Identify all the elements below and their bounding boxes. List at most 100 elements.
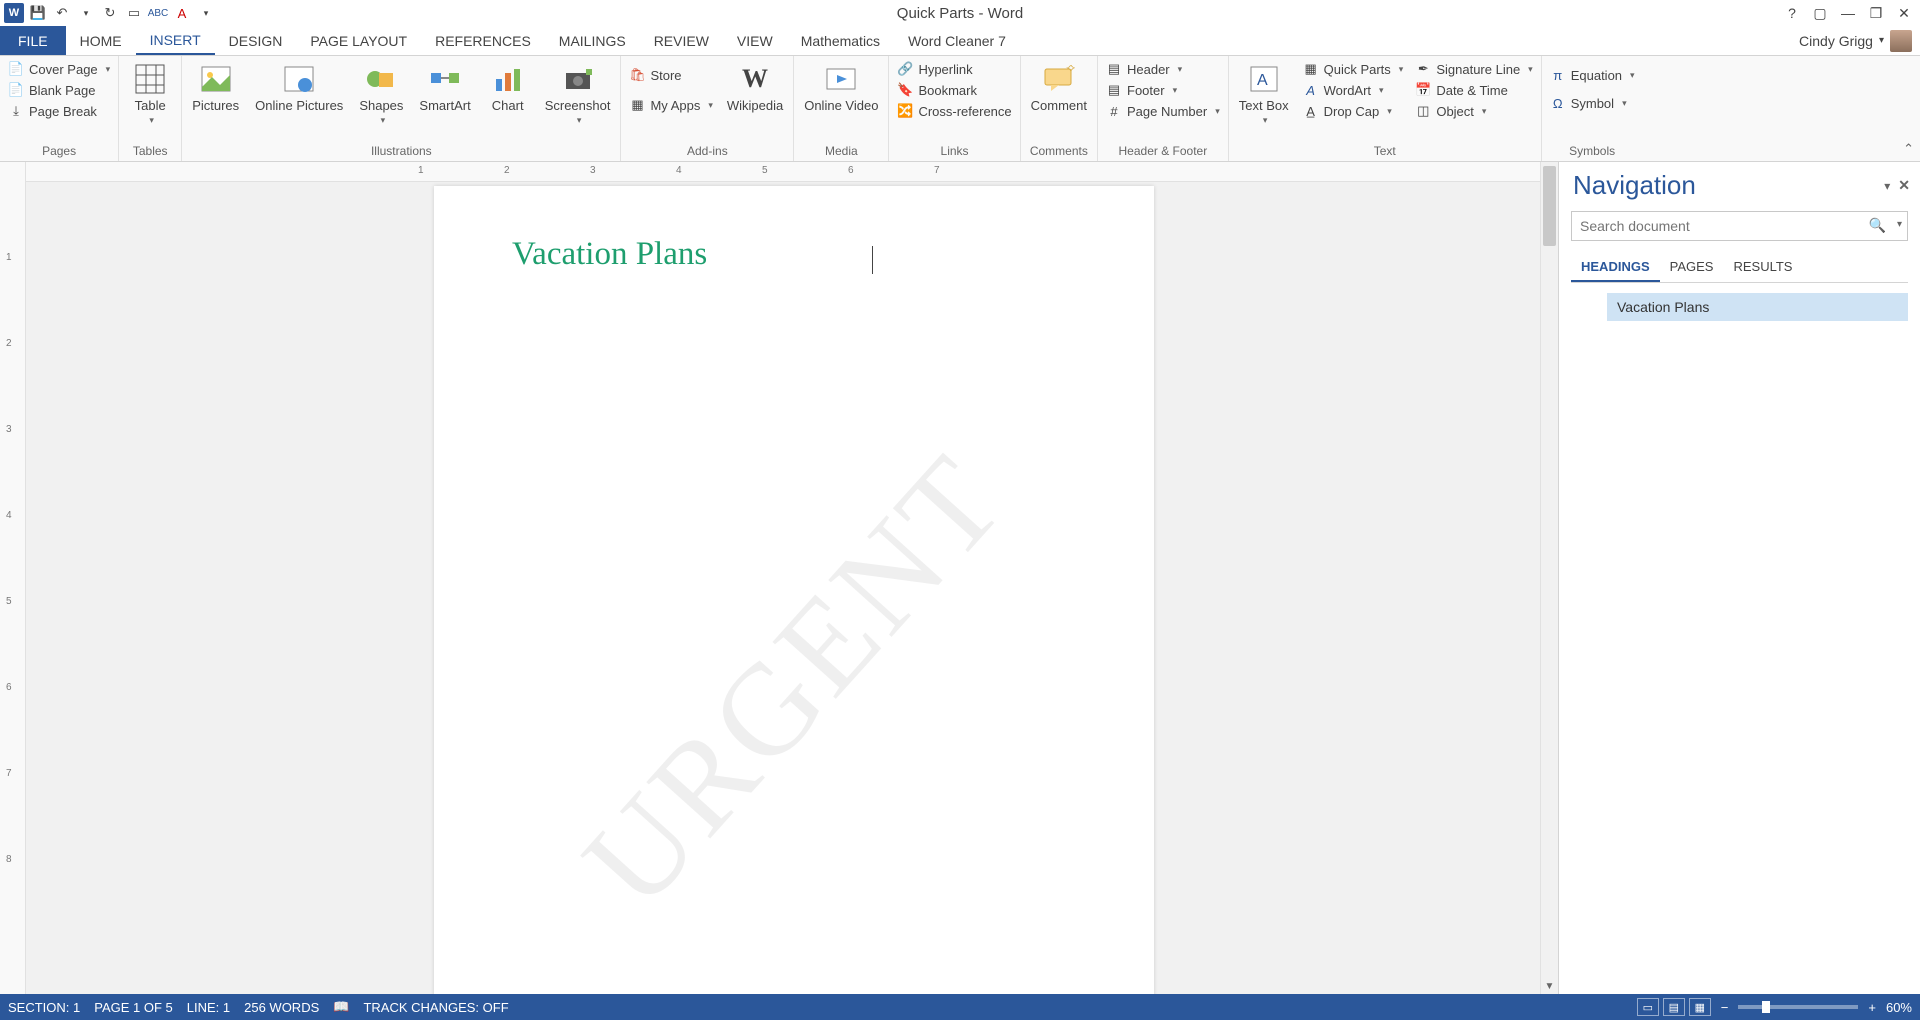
collapse-ribbon-icon[interactable]: ⌃: [1903, 141, 1914, 157]
blank-page-button[interactable]: 📄Blank Page: [6, 81, 112, 99]
tab-view[interactable]: VIEW: [723, 26, 787, 55]
web-layout-icon[interactable]: ▦: [1689, 998, 1711, 1016]
user-account[interactable]: Cindy Grigg ▾: [1799, 26, 1920, 55]
myapps-button[interactable]: ▦My Apps: [627, 96, 714, 114]
header-button[interactable]: ▤Header: [1104, 60, 1222, 78]
scrollbar-thumb[interactable]: [1543, 166, 1556, 246]
shapes-button[interactable]: Shapes: [355, 60, 407, 128]
spelling-icon[interactable]: ABC: [148, 3, 168, 23]
navpane-close-icon[interactable]: ✕: [1898, 177, 1910, 194]
online-video-button[interactable]: Online Video: [800, 60, 882, 115]
document-page[interactable]: URGENT Vacation Plans: [434, 186, 1154, 994]
save-icon[interactable]: 💾: [28, 3, 48, 23]
comment-button[interactable]: ✧Comment: [1027, 60, 1091, 115]
zoom-slider-knob[interactable]: [1762, 1001, 1770, 1013]
vertical-scrollbar[interactable]: ▼: [1540, 162, 1558, 994]
vruler-tick: 8: [6, 854, 12, 865]
help-icon[interactable]: ?: [1782, 3, 1802, 23]
tab-mailings[interactable]: MAILINGS: [545, 26, 640, 55]
wikipedia-button[interactable]: WWikipedia: [723, 60, 787, 115]
font-color-icon[interactable]: A: [172, 3, 192, 23]
qat-customize-icon[interactable]: ▾: [196, 3, 216, 23]
zoom-level[interactable]: 60%: [1886, 1000, 1912, 1015]
crossref-button[interactable]: 🔀Cross-reference: [895, 102, 1013, 120]
dropcap-button[interactable]: A̲Drop Cap: [1301, 102, 1406, 120]
tab-references[interactable]: REFERENCES: [421, 26, 545, 55]
pictures-button[interactable]: Pictures: [188, 60, 243, 115]
zoom-in-icon[interactable]: +: [1868, 1000, 1876, 1015]
table-button[interactable]: Table: [125, 60, 175, 128]
search-input[interactable]: [1571, 211, 1908, 241]
status-section[interactable]: SECTION: 1: [8, 1000, 80, 1015]
proofing-icon[interactable]: 📖: [333, 999, 349, 1015]
nav-tab-results[interactable]: RESULTS: [1723, 253, 1802, 282]
word-app-icon[interactable]: W: [4, 3, 24, 23]
text-cursor: [872, 246, 873, 274]
tab-design[interactable]: DESIGN: [215, 26, 297, 55]
cover-page-button[interactable]: 📄Cover Page: [6, 60, 112, 78]
search-dropdown-icon[interactable]: ▾: [1897, 219, 1902, 230]
quickparts-button[interactable]: ▦Quick Parts: [1301, 60, 1406, 78]
undo-dropdown-icon[interactable]: ▾: [76, 3, 96, 23]
close-icon[interactable]: ✕: [1894, 3, 1914, 23]
chart-label: Chart: [492, 98, 524, 113]
zoom-out-icon[interactable]: −: [1721, 1000, 1729, 1015]
crossref-icon: 🔀: [897, 103, 913, 119]
textbox-icon: A: [1247, 62, 1281, 96]
document-area[interactable]: 1234567 URGENT Vacation Plans: [26, 162, 1540, 994]
wordart-label: WordArt: [1324, 83, 1371, 98]
wordart-button[interactable]: AWordArt: [1301, 81, 1406, 99]
screenshot-button[interactable]: Screenshot: [541, 60, 615, 128]
document-heading[interactable]: Vacation Plans: [512, 236, 707, 272]
print-layout-icon[interactable]: ▤: [1663, 998, 1685, 1016]
hruler-tick: 5: [762, 165, 768, 176]
repeat-icon[interactable]: ↻: [100, 3, 120, 23]
zoom-slider[interactable]: [1738, 1005, 1858, 1009]
equation-button[interactable]: πEquation: [1548, 66, 1637, 84]
status-words[interactable]: 256 WORDS: [244, 1000, 319, 1015]
page-number-button[interactable]: #Page Number: [1104, 102, 1222, 120]
scroll-down-icon[interactable]: ▼: [1541, 981, 1558, 992]
user-name-label: Cindy Grigg: [1799, 33, 1873, 49]
status-track-changes[interactable]: TRACK CHANGES: OFF: [363, 1000, 508, 1015]
tab-word-cleaner-7[interactable]: Word Cleaner 7: [894, 26, 1020, 55]
vruler-tick: 4: [6, 510, 12, 521]
undo-icon[interactable]: ↶: [52, 3, 72, 23]
tab-review[interactable]: REVIEW: [640, 26, 723, 55]
symbol-button[interactable]: ΩSymbol: [1548, 94, 1637, 112]
status-line[interactable]: LINE: 1: [187, 1000, 230, 1015]
file-tab[interactable]: FILE: [0, 26, 66, 55]
page-break-button[interactable]: ⤓Page Break: [6, 102, 112, 120]
nav-tab-pages[interactable]: PAGES: [1660, 253, 1724, 282]
tab-page-layout[interactable]: PAGE LAYOUT: [296, 26, 421, 55]
online-pictures-button[interactable]: Online Pictures: [251, 60, 347, 115]
dropcap-icon: A̲: [1303, 103, 1319, 119]
footer-button[interactable]: ▤Footer: [1104, 81, 1222, 99]
navpane-options-icon[interactable]: ▾: [1884, 179, 1890, 193]
tab-home[interactable]: HOME: [66, 26, 136, 55]
textbox-button[interactable]: A Text Box: [1235, 60, 1293, 128]
search-icon[interactable]: 🔍: [1869, 217, 1886, 234]
object-button[interactable]: ◫Object: [1413, 102, 1534, 120]
tab-mathematics[interactable]: Mathematics: [787, 26, 894, 55]
bookmark-button[interactable]: 🔖Bookmark: [895, 81, 1013, 99]
chart-button[interactable]: Chart: [483, 60, 533, 115]
hyperlink-icon: 🔗: [897, 61, 913, 77]
qat-icon[interactable]: ▭: [124, 3, 144, 23]
datetime-button[interactable]: 📅Date & Time: [1413, 81, 1534, 99]
tab-insert[interactable]: INSERT: [136, 26, 215, 55]
smartart-button[interactable]: SmartArt: [415, 60, 474, 115]
signature-button[interactable]: ✒Signature Line: [1413, 60, 1534, 78]
minimize-icon[interactable]: —: [1838, 3, 1858, 23]
status-page[interactable]: PAGE 1 OF 5: [94, 1000, 173, 1015]
store-button[interactable]: 🛍Store: [627, 66, 714, 84]
textbox-label: Text Box: [1239, 98, 1289, 113]
cover-page-label: Cover Page: [29, 62, 98, 77]
ribbon-display-icon[interactable]: ▢: [1810, 3, 1830, 23]
read-mode-icon[interactable]: ▭: [1637, 998, 1659, 1016]
nav-heading-item[interactable]: Vacation Plans: [1607, 293, 1908, 321]
restore-icon[interactable]: ❐: [1866, 3, 1886, 23]
hyperlink-button[interactable]: 🔗Hyperlink: [895, 60, 1013, 78]
signature-label: Signature Line: [1436, 62, 1520, 77]
nav-tab-headings[interactable]: HEADINGS: [1571, 253, 1660, 282]
